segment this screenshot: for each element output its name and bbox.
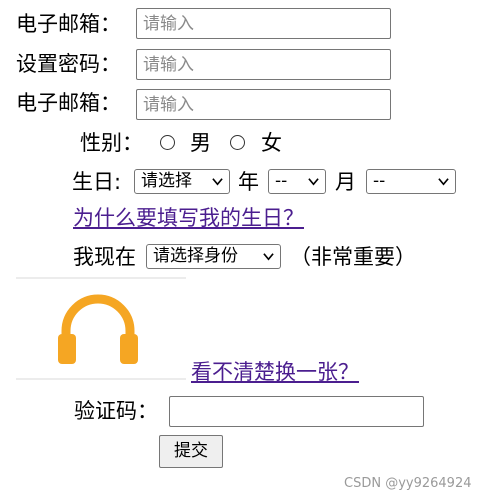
month-unit: 月 [335, 170, 356, 194]
year-select-value: 请选择 [141, 171, 192, 191]
password-label: 设置密码： [16, 52, 121, 76]
day-select[interactable]: -- [366, 169, 456, 194]
gender-option-female: 女 [261, 131, 282, 155]
captcha-image[interactable] [16, 279, 186, 379]
status-label: 我现在 [73, 245, 136, 269]
why-birthday-link[interactable]: 为什么要填写我的生日？ [73, 206, 304, 230]
verify-code-input[interactable] [169, 396, 424, 427]
year-select[interactable]: 请选择 [134, 169, 230, 194]
gender-radio-male[interactable] [160, 135, 175, 150]
year-unit: 年 [238, 170, 259, 194]
chevron-down-icon [263, 253, 274, 261]
email-confirm-input[interactable] [136, 89, 391, 120]
captcha-bottom-border [16, 378, 186, 380]
month-select[interactable]: -- [268, 169, 326, 194]
birthday-label: 生日: [72, 170, 122, 194]
gender-option-male: 男 [190, 131, 211, 155]
gender-radio-female[interactable] [230, 135, 245, 150]
status-select-value: 请选择身份 [153, 246, 238, 266]
verify-code-label: 验证码： [74, 399, 158, 423]
month-select-value: -- [275, 171, 288, 191]
headphones-icon [58, 294, 138, 364]
status-select[interactable]: 请选择身份 [146, 244, 281, 269]
email-label: 电子邮箱： [16, 12, 121, 36]
chevron-down-icon [308, 178, 319, 186]
chevron-down-icon [438, 178, 449, 186]
email-confirm-label: 电子邮箱： [16, 91, 121, 115]
day-select-value: -- [373, 171, 386, 191]
password-input[interactable] [136, 49, 391, 80]
status-note: （非常重要） [290, 245, 416, 269]
email-input[interactable] [136, 8, 391, 39]
chevron-down-icon [212, 178, 223, 186]
refresh-captcha-link[interactable]: 看不清楚换一张？ [191, 360, 359, 384]
gender-label: 性别： [80, 131, 143, 155]
submit-button[interactable]: 提交 [159, 435, 223, 468]
watermark: CSDN @yy9264924 [344, 476, 472, 491]
